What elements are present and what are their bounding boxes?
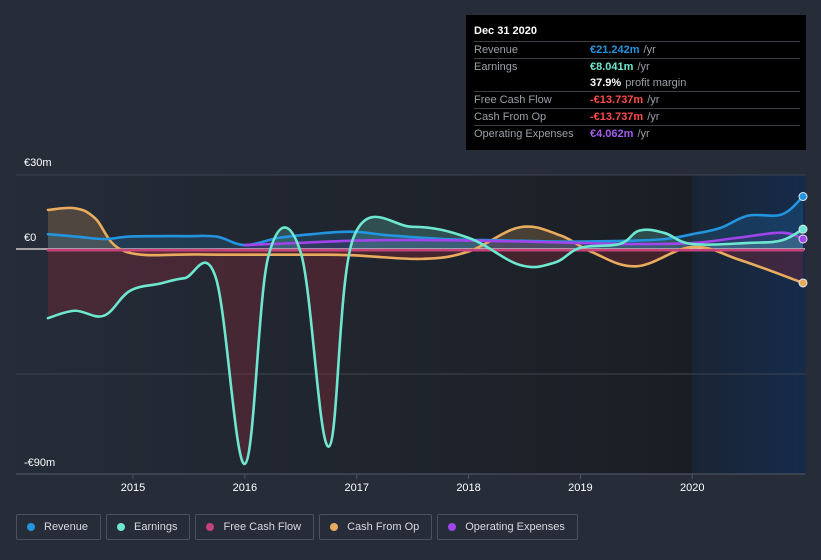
end-marker-operating-expenses — [798, 234, 808, 244]
tooltip-value: €21.242m — [590, 44, 640, 56]
tooltip-row-free-cash-flow: Free Cash Flow -€13.737m /yr — [474, 92, 800, 109]
tooltip-label: Revenue — [474, 44, 519, 56]
legend-dot-icon — [330, 523, 339, 531]
legend-label: Revenue — [44, 521, 89, 533]
tooltip-unit: /yr — [643, 44, 656, 56]
tooltip-value: €8.041m — [590, 61, 634, 73]
tooltip-label: Cash From Op — [474, 111, 547, 123]
x-tick-label: 2017 — [344, 482, 368, 494]
tooltip-unit: /yr — [647, 94, 660, 106]
end-marker-cash-from-op — [798, 278, 808, 288]
legend-dot-icon — [206, 523, 215, 531]
end-marker-revenue — [798, 192, 808, 202]
x-axis: 2015 2016 2017 2018 2019 2020 — [121, 474, 705, 494]
tooltip-label: Earnings — [474, 61, 518, 73]
legend-label: Cash From Op — [347, 521, 420, 533]
tooltip-row-profit-margin: 37.9% profit margin — [474, 75, 800, 92]
y-tick-label: -€90m — [24, 457, 55, 469]
x-tick-label: 2019 — [568, 482, 592, 494]
tooltip-unit: profit margin — [625, 77, 687, 89]
tooltip-row-cash-from-op: Cash From Op -€13.737m /yr — [474, 109, 800, 126]
legend-item-operating-expenses[interactable]: Operating Expenses — [437, 514, 578, 540]
legend-item-revenue[interactable]: Revenue — [16, 514, 102, 540]
legend-dot-icon — [117, 523, 126, 531]
tooltip-unit: /yr — [637, 128, 650, 140]
tooltip-date: Dec 31 2020 — [474, 23, 800, 42]
legend-item-free-cash-flow[interactable]: Free Cash Flow — [195, 514, 315, 540]
x-tick-label: 2020 — [680, 482, 704, 494]
tooltip-label: Free Cash Flow — [474, 94, 552, 106]
legend-item-cash-from-op[interactable]: Cash From Op — [319, 514, 433, 540]
tooltip-unit: /yr — [647, 111, 660, 123]
legend: Revenue Earnings Free Cash Flow Cash Fro… — [16, 514, 578, 540]
tooltip-value: -€13.737m — [590, 94, 644, 106]
tooltip-row-operating-expenses: Operating Expenses €4.062m /yr — [474, 126, 800, 142]
end-marker-earnings — [798, 224, 808, 234]
y-tick-label: €0 — [24, 232, 36, 244]
plot-background — [16, 175, 692, 474]
legend-label: Free Cash Flow — [223, 521, 302, 533]
legend-label: Operating Expenses — [465, 521, 565, 533]
x-tick-label: 2015 — [121, 482, 145, 494]
x-tick-label: 2018 — [456, 482, 480, 494]
tooltip-row-revenue: Revenue €21.242m /yr — [474, 42, 800, 59]
legend-dot-icon — [448, 523, 457, 531]
tooltip-value: €4.062m — [590, 128, 634, 140]
legend-label: Earnings — [134, 521, 178, 533]
x-tick-label: 2016 — [233, 482, 257, 494]
tooltip-label: Operating Expenses — [474, 128, 574, 140]
legend-dot-icon — [27, 523, 35, 531]
tooltip: Dec 31 2020 Revenue €21.242m /yr Earning… — [466, 15, 806, 150]
tooltip-value: 37.9% — [590, 77, 622, 89]
tooltip-row-earnings: Earnings €8.041m /yr — [474, 59, 800, 75]
y-tick-label: €30m — [24, 157, 52, 169]
tooltip-value: -€13.737m — [590, 111, 644, 123]
legend-item-earnings[interactable]: Earnings — [106, 514, 191, 540]
tooltip-unit: /yr — [637, 61, 650, 73]
tooltip-label — [474, 75, 590, 91]
